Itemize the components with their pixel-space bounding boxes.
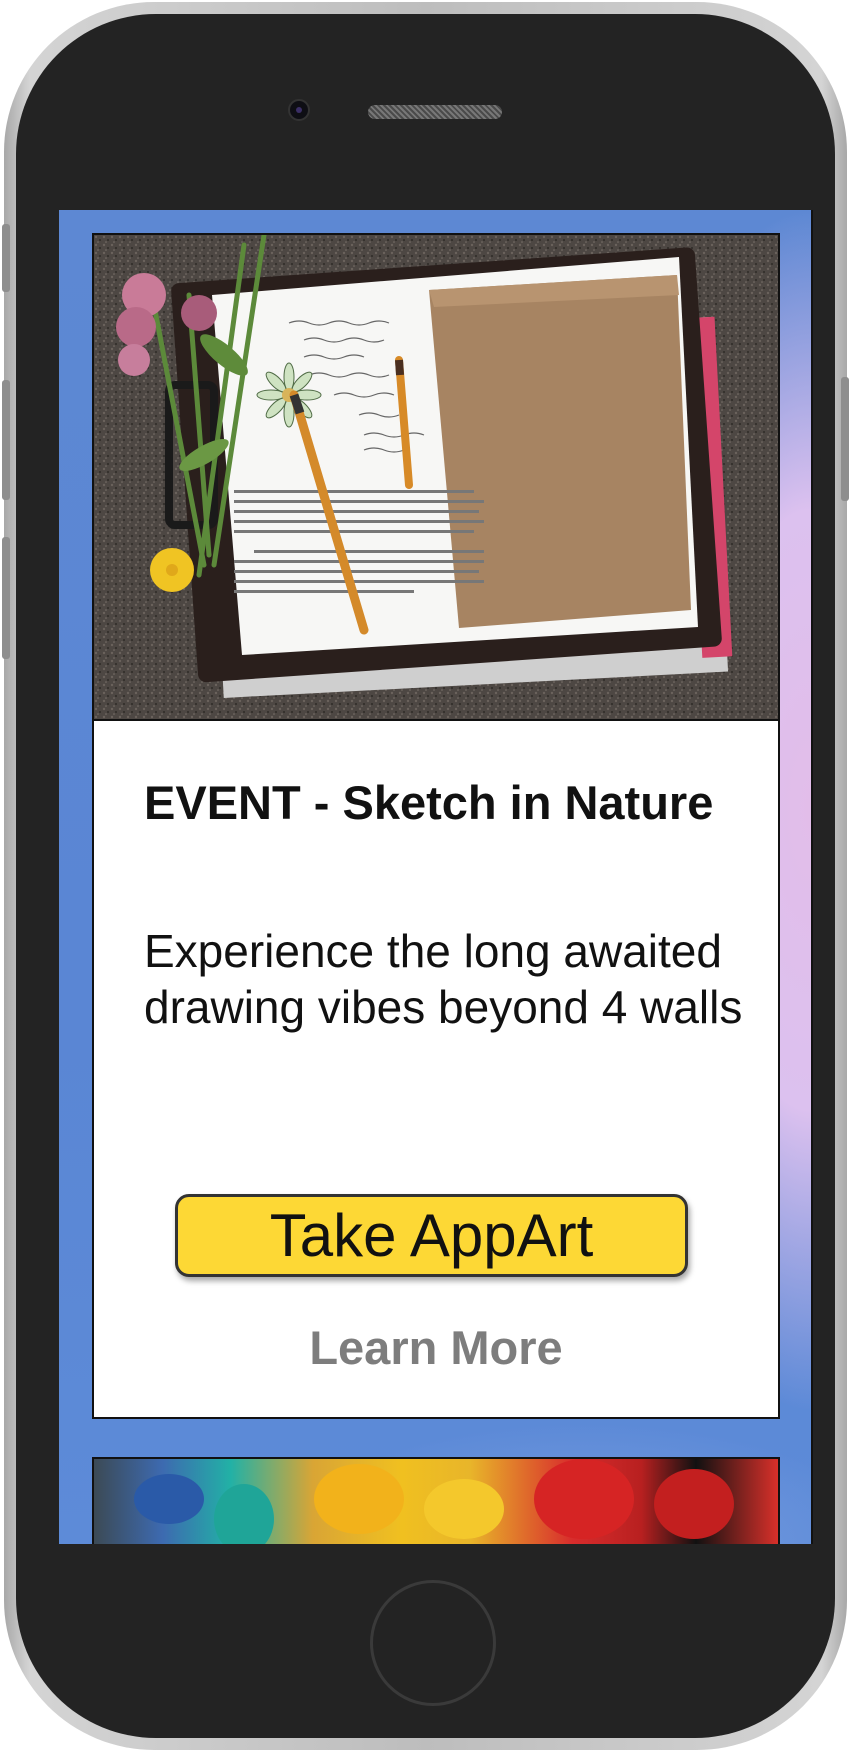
phone-frame: EVENT - Sketch in Nature Experience the … bbox=[2, 2, 849, 1750]
speaker-grille-icon bbox=[368, 105, 502, 119]
volume-up-button bbox=[2, 380, 10, 500]
power-button bbox=[841, 377, 849, 501]
mute-switch bbox=[2, 224, 10, 292]
event-title: EVENT - Sketch in Nature bbox=[144, 776, 714, 829]
take-appart-button[interactable]: Take AppArt bbox=[175, 1194, 688, 1277]
sketchbook-illustration bbox=[94, 235, 778, 719]
learn-more-link[interactable]: Learn More bbox=[94, 1320, 778, 1375]
home-button[interactable] bbox=[370, 1580, 496, 1706]
event-image bbox=[94, 235, 778, 721]
event-card: EVENT - Sketch in Nature Experience the … bbox=[92, 233, 780, 1419]
event-description: Experience the long awaited drawing vibe… bbox=[144, 925, 743, 1033]
front-camera-icon bbox=[288, 99, 310, 121]
next-event-card-image[interactable] bbox=[92, 1457, 780, 1544]
volume-down-button bbox=[2, 537, 10, 659]
app-screen: EVENT - Sketch in Nature Experience the … bbox=[59, 210, 813, 1544]
